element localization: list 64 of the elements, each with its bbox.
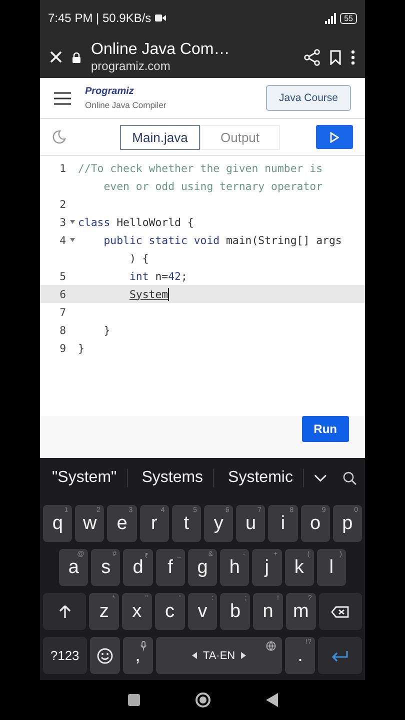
page-title: Online Java Com… [91,41,231,59]
line-number: 2 [58,198,66,210]
smiley-icon [96,648,113,664]
symbols-key[interactable]: ?123 [43,637,87,674]
left-arrow-icon [192,652,197,659]
run-button[interactable] [316,125,353,149]
bookmark-icon[interactable] [330,50,341,64]
share-icon[interactable] [304,48,320,66]
line-number: 8 [58,324,66,336]
line-number: 5 [58,270,66,282]
code-text: even or odd using ternary operator [102,180,323,192]
line-number: 6 [58,288,66,300]
enter-key[interactable] [318,637,362,674]
fold-icon[interactable] [70,238,74,242]
line-number: 3 [58,216,66,228]
enter-icon [331,650,350,662]
signal-icon [325,12,336,24]
run-button[interactable]: Run [302,416,349,442]
line-number: 7 [58,306,66,318]
home-icon[interactable] [194,692,210,708]
file-tab[interactable]: Output [200,124,280,150]
fold-icon[interactable] [70,220,74,224]
java-course-button[interactable]: Java Course [266,85,351,111]
right-arrow-icon [241,652,246,659]
word-suggestion[interactable]: Systems [138,469,214,487]
recents-icon[interactable] [128,694,140,706]
line-number: 4 [58,234,66,246]
shift-icon [58,604,71,618]
code-text: int n=42; [128,270,188,282]
menu-icon[interactable] [54,92,71,104]
line-number: 9 [58,342,66,354]
video-camera-icon [155,14,166,22]
word-suggestion[interactable]: Systemic [224,469,304,487]
play-icon [330,132,339,142]
microphone-icon [140,641,147,651]
code-text: public static void main(String[] args [102,234,342,246]
space-key[interactable]: TA·EN [156,637,282,674]
back-icon[interactable] [266,693,278,707]
code-text: } [78,342,84,354]
code-text: //To check whether the given number is [78,162,323,174]
code-text: class HelloWorld { [78,216,194,228]
globe-icon [266,641,276,651]
site-subtitle: Online Java Compiler [85,100,168,110]
code-text: ) { [128,252,149,264]
code-text: } [102,324,110,336]
battery-level: 55 [340,12,357,24]
chevron-down-icon[interactable] [314,474,327,482]
lock-icon [72,52,81,62]
code-text: System [128,288,170,300]
site-logo[interactable]: Programiz [85,86,252,97]
backspace-key[interactable] [318,593,362,630]
search-icon[interactable] [343,470,357,486]
shift-key[interactable] [43,593,86,630]
file-tab[interactable]: Main.java [120,124,200,150]
comma-key[interactable]: , [122,637,153,674]
menu-icon[interactable] [351,50,355,64]
moon-icon[interactable] [52,130,66,144]
close-icon[interactable] [50,51,62,63]
page-url: programiz.com [91,59,172,73]
status-time: 7:45 PM | 50.9KB/s [48,11,152,25]
emoji-key[interactable] [90,637,120,674]
line-number: 1 [58,162,66,174]
word-suggestion[interactable]: "System" [48,469,128,487]
backspace-icon [331,606,350,618]
